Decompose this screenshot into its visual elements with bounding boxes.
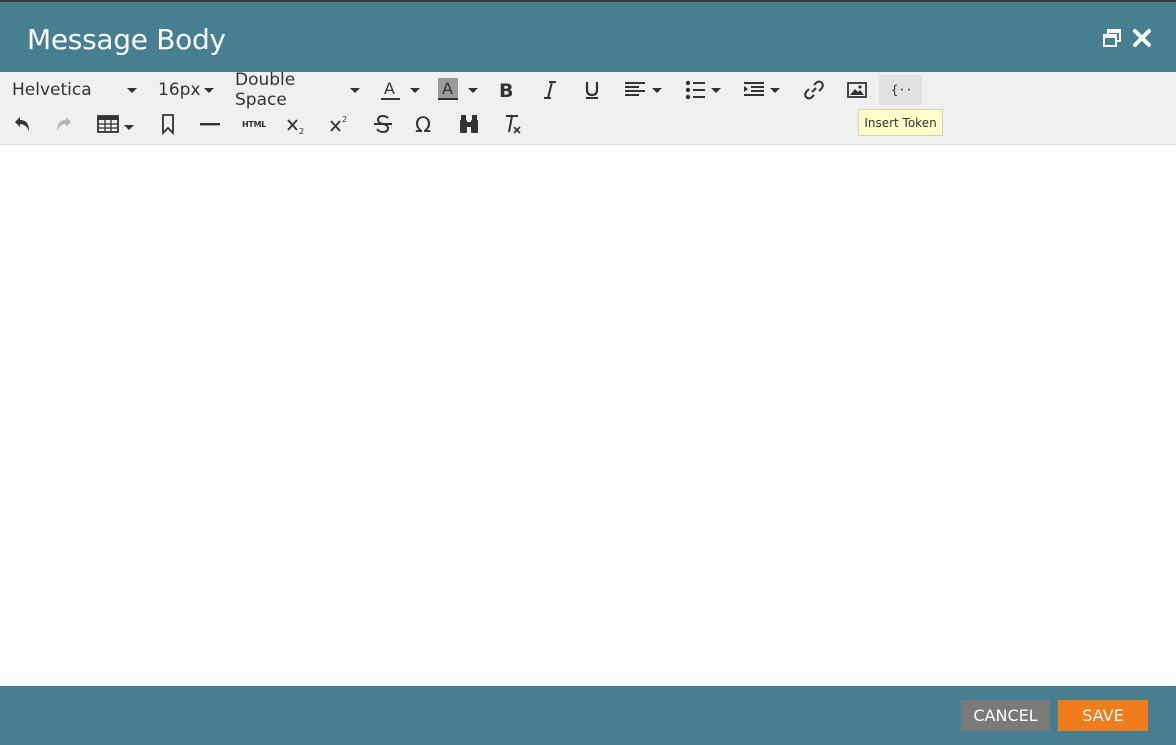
html-label: HTML bbox=[241, 119, 266, 129]
clear-format-icon bbox=[506, 115, 521, 134]
svg-text:Ω: Ω bbox=[415, 113, 431, 135]
chevron-down-icon bbox=[204, 87, 214, 93]
insert-token-tooltip: Insert Token bbox=[858, 109, 943, 136]
clear-formatting-button[interactable] bbox=[498, 109, 526, 139]
redo-button[interactable] bbox=[50, 109, 78, 139]
italic-icon bbox=[544, 81, 556, 99]
svg-text:2: 2 bbox=[342, 115, 347, 124]
dialog-header: Message Body bbox=[0, 2, 1176, 72]
redo-icon bbox=[57, 117, 71, 131]
text-color-icon: A bbox=[381, 79, 420, 100]
message-body-editor[interactable] bbox=[0, 145, 1176, 686]
align-left-icon bbox=[625, 82, 662, 96]
restore-window-icon[interactable] bbox=[1102, 28, 1124, 50]
bullet-list-button[interactable] bbox=[680, 75, 724, 105]
superscript-button[interactable]: 2 bbox=[325, 109, 353, 139]
chevron-down-icon bbox=[127, 87, 137, 93]
close-icon[interactable] bbox=[1132, 28, 1154, 50]
omega-icon: Ω bbox=[415, 113, 431, 135]
svg-text:{···}: {···} bbox=[891, 83, 914, 97]
bullet-list-icon bbox=[685, 80, 721, 100]
editor-toolbar: Helvetica 16px Double Space A A B {·· HT… bbox=[0, 70, 1176, 145]
bold-icon: B bbox=[499, 80, 513, 101]
find-replace-button[interactable] bbox=[455, 109, 483, 139]
horizontal-line-icon bbox=[200, 123, 220, 126]
table-icon bbox=[97, 115, 134, 133]
svg-text:2: 2 bbox=[299, 127, 304, 135]
cancel-button[interactable]: CANCEL bbox=[961, 700, 1050, 731]
strikethrough-button[interactable] bbox=[369, 109, 397, 139]
italic-button[interactable] bbox=[535, 75, 563, 105]
svg-text:A: A bbox=[384, 79, 395, 98]
binoculars-icon bbox=[460, 115, 478, 133]
indent-icon bbox=[744, 82, 780, 96]
underline-button[interactable] bbox=[578, 75, 606, 105]
font-size-value: 16px bbox=[158, 80, 201, 100]
superscript-icon: 2 bbox=[330, 115, 347, 132]
line-spacing-select[interactable]: Double Space bbox=[235, 70, 360, 110]
insert-token-button[interactable]: {···} bbox=[879, 75, 922, 105]
svg-text:A: A bbox=[442, 79, 453, 98]
background-color-button[interactable]: A bbox=[436, 75, 480, 105]
indent-button[interactable] bbox=[740, 75, 784, 105]
underline-icon bbox=[585, 82, 599, 99]
token-icon: {···} bbox=[891, 83, 914, 97]
text-color-button[interactable]: A bbox=[378, 75, 422, 105]
background-color-icon: A bbox=[438, 78, 478, 100]
align-button[interactable] bbox=[620, 75, 664, 105]
insert-image-button[interactable] bbox=[843, 75, 871, 105]
font-family-select[interactable]: Helvetica bbox=[12, 75, 140, 105]
chevron-down-icon bbox=[350, 87, 360, 93]
dialog-footer: CANCEL SAVE bbox=[0, 686, 1176, 745]
image-icon bbox=[847, 82, 867, 98]
horizontal-rule-button[interactable] bbox=[196, 109, 224, 139]
font-family-value: Helvetica bbox=[12, 80, 92, 100]
bold-button[interactable]: B bbox=[492, 75, 520, 105]
line-spacing-value: Double Space bbox=[235, 70, 296, 110]
font-size-select[interactable]: 16px bbox=[158, 75, 214, 105]
subscript-button[interactable]: 2 bbox=[282, 109, 310, 139]
undo-icon bbox=[15, 117, 29, 131]
insert-link-button[interactable] bbox=[800, 75, 828, 105]
bookmark-button[interactable] bbox=[154, 109, 182, 139]
subscript-icon: 2 bbox=[287, 119, 304, 135]
strikethrough-icon bbox=[374, 114, 392, 134]
message-body-dialog: Message Body Helvetica 16px Double Space… bbox=[0, 0, 1176, 745]
special-character-button[interactable]: Ω bbox=[412, 109, 440, 139]
link-icon bbox=[804, 80, 824, 100]
html-source-button[interactable]: HTML bbox=[238, 109, 270, 139]
insert-table-button[interactable] bbox=[94, 109, 138, 139]
undo-button[interactable] bbox=[8, 109, 36, 139]
dialog-title: Message Body bbox=[27, 23, 226, 56]
bookmark-icon bbox=[162, 114, 174, 135]
save-button[interactable]: SAVE bbox=[1058, 700, 1148, 731]
svg-text:B: B bbox=[499, 80, 513, 101]
